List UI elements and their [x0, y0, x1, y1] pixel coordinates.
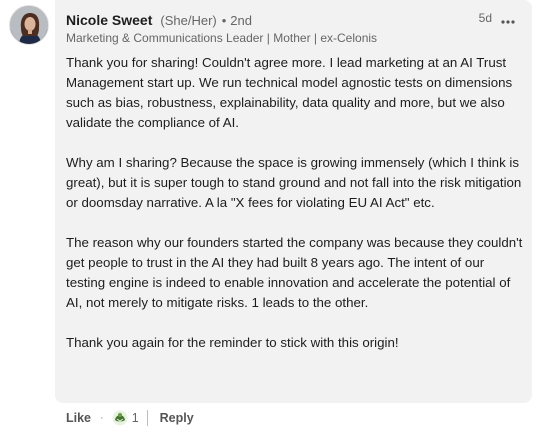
- comment-actions: Like · 1 Reply: [66, 408, 194, 428]
- like-button[interactable]: Like: [66, 411, 91, 425]
- degree-separator: •: [221, 12, 227, 28]
- avatar-portrait: [10, 6, 48, 44]
- support-reaction-icon[interactable]: [112, 410, 128, 426]
- comment-paragraph-2: Why am I sharing? Because the space is g…: [66, 155, 522, 210]
- comment-time: 5d: [478, 11, 492, 25]
- comment-paragraph-1: Thank you for sharing! Couldn't agree mo…: [66, 55, 513, 130]
- more-horizontal-icon[interactable]: [500, 14, 516, 24]
- reply-button[interactable]: Reply: [160, 411, 194, 425]
- comment-body: Thank you for sharing! Couldn't agree mo…: [66, 53, 524, 353]
- comment-header: Nicole Sweet (She/Her) • 2nd 5d: [66, 10, 522, 30]
- reaction-count[interactable]: 1: [132, 411, 139, 425]
- comment-paragraph-4: Thank you again for the reminder to stic…: [66, 335, 399, 350]
- actions-divider: [146, 410, 148, 426]
- action-separator: ·: [100, 412, 104, 424]
- author-name[interactable]: Nicole Sweet: [66, 12, 152, 28]
- connection-degree: 2nd: [230, 12, 252, 28]
- author-avatar[interactable]: [9, 5, 49, 45]
- comment-paragraph-3: The reason why our founders started the …: [66, 235, 523, 310]
- comment-bubble: Nicole Sweet (She/Her) • 2nd 5d Marketin…: [55, 0, 532, 403]
- author-pronouns: (She/Her): [160, 12, 217, 28]
- author-headline: Marketing & Communications Leader | Moth…: [66, 31, 378, 45]
